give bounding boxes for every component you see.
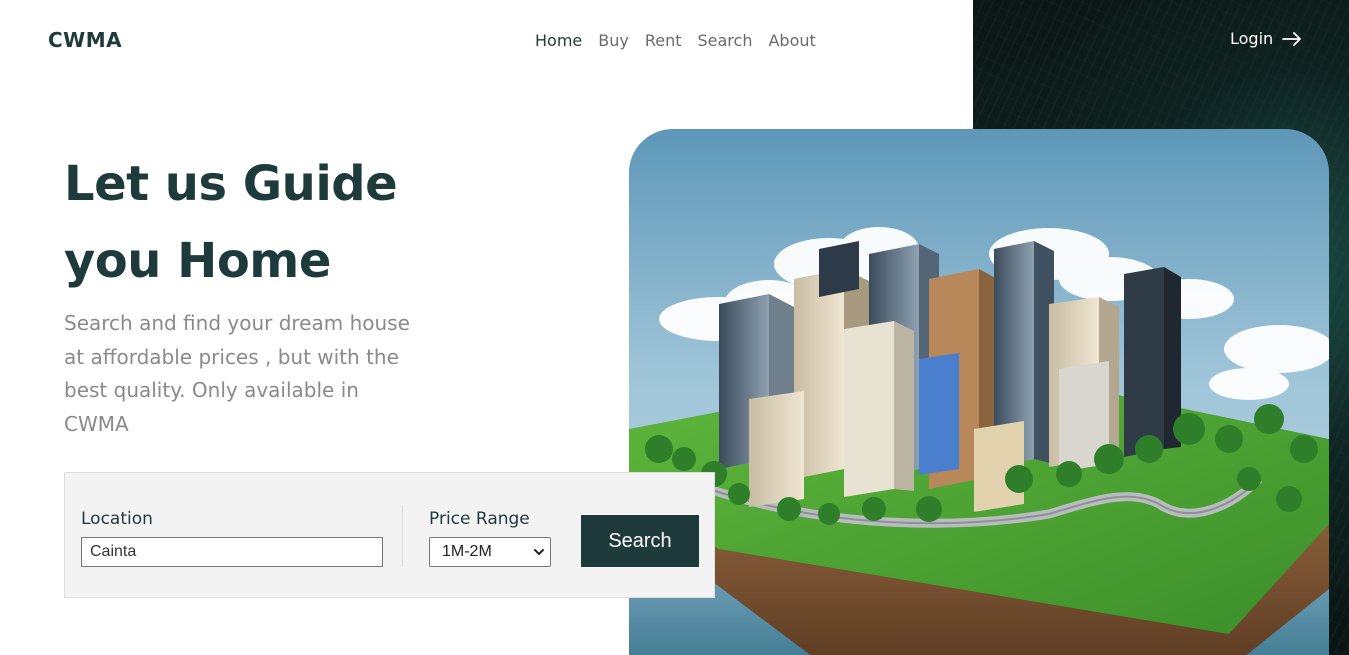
location-input[interactable] <box>81 537 383 567</box>
nav-search[interactable]: Search <box>698 31 753 51</box>
hero-title-line-1: Let us Guide <box>64 156 398 212</box>
landing-page: CWMA Home Buy Rent Search About Login Le… <box>0 0 1349 655</box>
search-button[interactable]: Search <box>581 515 699 567</box>
hero-title: Let us Guide you Home <box>64 146 494 300</box>
location-label: Location <box>81 509 153 529</box>
login-label: Login <box>1230 29 1274 48</box>
nav-about[interactable]: About <box>768 31 815 51</box>
site-logo[interactable]: CWMA <box>48 28 122 52</box>
nav-rent[interactable]: Rent <box>645 31 682 51</box>
price-range-select[interactable]: 1M-2M <box>429 537 551 567</box>
main-nav: Home Buy Rent Search About <box>535 31 832 51</box>
price-range-value: 1M-2M <box>442 543 492 560</box>
form-divider <box>402 505 403 567</box>
price-range-label: Price Range <box>429 509 530 529</box>
nav-buy[interactable]: Buy <box>598 31 629 51</box>
city-island-illustration <box>629 129 1329 655</box>
hero-image <box>629 129 1329 655</box>
nav-home[interactable]: Home <box>535 31 582 51</box>
hero-title-line-2: you Home <box>64 233 331 289</box>
login-button[interactable]: Login <box>1230 29 1302 48</box>
hero-subtitle: Search and find your dream house at affo… <box>64 311 410 436</box>
property-search-form: Location Price Range 1M-2M Search <box>64 472 715 598</box>
chevron-down-icon <box>534 549 544 556</box>
arrow-right-icon <box>1282 31 1302 46</box>
